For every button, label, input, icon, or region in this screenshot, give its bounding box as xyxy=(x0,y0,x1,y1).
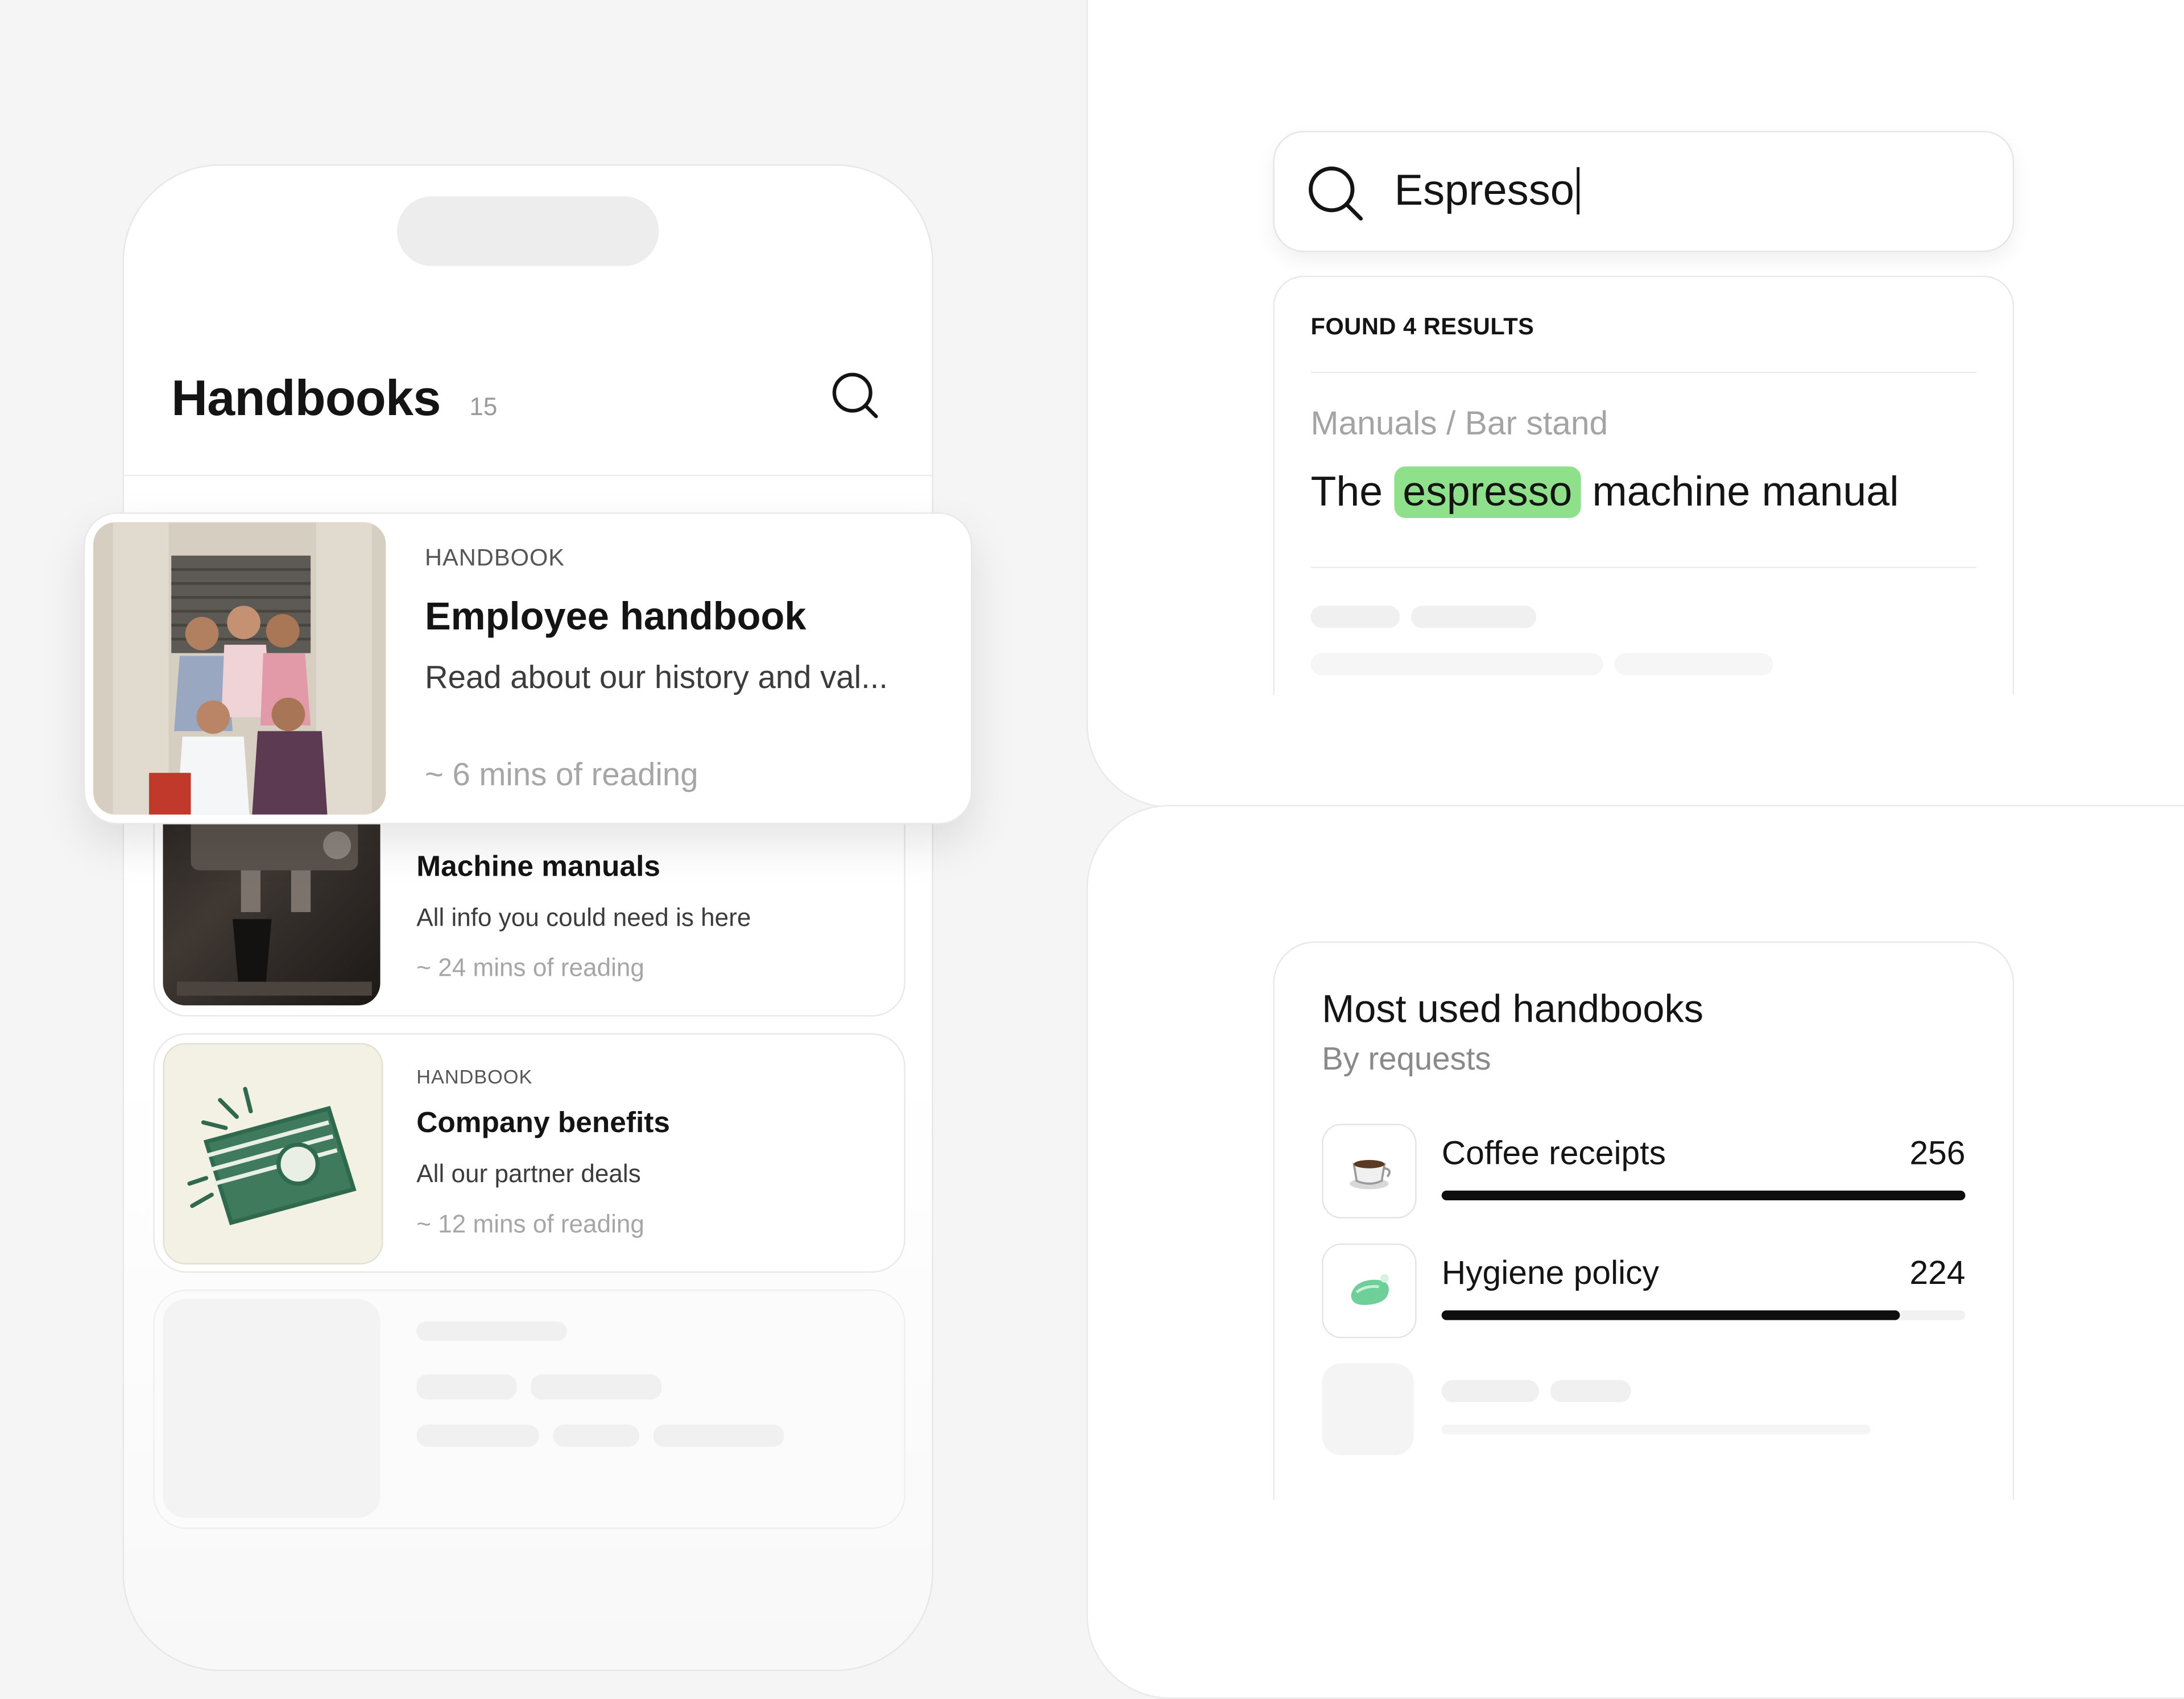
skeleton-icon xyxy=(1322,1363,1414,1456)
row-value: 256 xyxy=(1909,1134,1966,1173)
skeleton-line xyxy=(531,1374,662,1400)
search-icon[interactable] xyxy=(829,369,882,422)
skeleton-line xyxy=(416,1424,539,1447)
skeleton-line xyxy=(1410,606,1537,628)
handbook-count: 15 xyxy=(469,392,498,421)
phone-notch xyxy=(396,196,659,266)
skeleton-line xyxy=(553,1424,640,1447)
usage-bar-fill xyxy=(1441,1190,1966,1201)
card-title: Company benefits xyxy=(416,1107,671,1139)
results-divider xyxy=(1310,566,1977,569)
soap-icon xyxy=(1351,1274,1389,1305)
usage-bar-fill xyxy=(1441,1310,1900,1320)
row-label: Hygiene policy xyxy=(1441,1254,1659,1292)
search-box[interactable]: Espresso xyxy=(1273,131,2015,252)
coffee-cup-icon xyxy=(1350,1160,1391,1190)
stage: Handbooks 15 Machine manuals All info yo… xyxy=(0,0,2184,1699)
card-description: All info you could need is here xyxy=(416,904,751,932)
results-count: FOUND 4 RESULTS xyxy=(1310,313,1534,340)
result-title[interactable]: The espresso machine manual xyxy=(1310,466,1899,519)
result-title-after: machine manual xyxy=(1592,469,1899,516)
search-results: FOUND 4 RESULTS Manuals / Bar stand The … xyxy=(1273,275,2015,695)
card-reading-time: ~ 24 mins of reading xyxy=(416,954,644,982)
card-description: All our partner deals xyxy=(416,1160,641,1188)
usage-bar xyxy=(1441,1190,1966,1201)
search-input-value: Espresso xyxy=(1394,165,1574,215)
skeleton-line xyxy=(1310,606,1400,628)
page-title: Handbooks xyxy=(171,368,441,426)
header-divider xyxy=(123,475,932,476)
card-title: Machine manuals xyxy=(416,851,660,883)
result-path: Manuals / Bar stand xyxy=(1310,405,1608,443)
skeleton-line xyxy=(416,1321,567,1341)
handbook-card-employee[interactable]: HANDBOOK Employee handbook Read about ou… xyxy=(83,512,973,824)
most-used-card: Most used handbooks By requests Coffee r… xyxy=(1273,941,2015,1500)
row-icon-frame xyxy=(1322,1243,1417,1339)
usage-bar xyxy=(1441,1310,1966,1320)
handbook-card-company-benefits[interactable]: HANDBOOK Company benefits All our partne… xyxy=(153,1033,905,1273)
search-input[interactable]: Espresso xyxy=(1394,163,1580,219)
card-description: Read about our history and val... xyxy=(424,658,888,695)
card-kicker: HANDBOOK xyxy=(424,544,565,571)
row-value: 224 xyxy=(1909,1254,1966,1292)
money-stack-image xyxy=(163,1043,383,1265)
card-reading-time: ~ 6 mins of reading xyxy=(424,756,698,793)
row-icon-frame xyxy=(1322,1124,1417,1219)
most-used-subtitle: By requests xyxy=(1322,1040,1491,1077)
skeleton-line xyxy=(1441,1424,1871,1435)
handbook-card-skeleton xyxy=(153,1289,905,1530)
card-kicker: HANDBOOK xyxy=(416,1065,533,1088)
skeleton-line xyxy=(653,1424,784,1447)
skeleton-line xyxy=(1614,653,1773,676)
skeleton-line xyxy=(1310,653,1603,676)
result-title-highlight: espresso xyxy=(1394,466,1581,519)
row-label: Coffee receipts xyxy=(1441,1134,1666,1173)
skeleton-line xyxy=(1550,1379,1631,1403)
text-cursor xyxy=(1577,167,1580,215)
card-title: Employee handbook xyxy=(424,594,806,638)
result-title-before: The xyxy=(1310,469,1383,516)
skeleton-line xyxy=(1441,1379,1540,1403)
search-icon xyxy=(1309,166,1363,221)
results-divider xyxy=(1310,371,1977,374)
employee-group-photo xyxy=(93,522,386,815)
most-used-title: Most used handbooks xyxy=(1322,987,1704,1031)
skeleton-line xyxy=(416,1374,517,1400)
card-reading-time: ~ 12 mins of reading xyxy=(416,1210,644,1238)
skeleton-thumb xyxy=(163,1299,380,1518)
money-stack-icon xyxy=(187,1087,357,1225)
